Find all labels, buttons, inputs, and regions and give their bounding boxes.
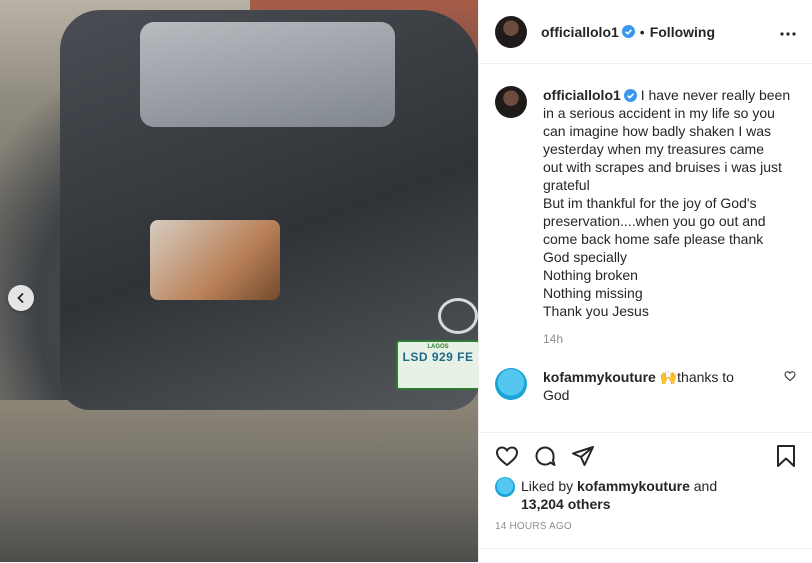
more-options-button[interactable] bbox=[780, 24, 796, 39]
bookmark-icon bbox=[777, 444, 795, 467]
photo-headlamp bbox=[150, 220, 280, 300]
carousel-prev-button[interactable] bbox=[8, 285, 34, 311]
comment: kofammykouture 🙌thanks to God bbox=[495, 368, 796, 404]
author-username[interactable]: officiallolo1 bbox=[541, 24, 619, 40]
post-sidebar: officiallolo1 • Following officiallolo1 … bbox=[478, 0, 812, 562]
liker-username[interactable]: kofammykouture bbox=[577, 478, 690, 494]
likes-summary: Liked by kofammykouture and 13,204 other… bbox=[495, 477, 797, 513]
caption-line: Thank you Jesus bbox=[543, 303, 649, 319]
share-button[interactable] bbox=[571, 444, 595, 471]
caption-line: grateful bbox=[543, 177, 590, 193]
likes-count[interactable]: 13,204 others bbox=[521, 496, 611, 512]
action-icons bbox=[495, 443, 797, 471]
post-dialog: LAGOS LSD 929 FE officiallolo1 • Followi… bbox=[0, 0, 812, 562]
caption-line: out with scrapes and bruises i was just bbox=[543, 159, 782, 175]
caption-body: officiallolo1 I have never really been i… bbox=[543, 86, 793, 320]
comment-text-line-2: God bbox=[543, 387, 570, 403]
heart-icon bbox=[784, 371, 796, 382]
author-avatar[interactable] bbox=[495, 15, 527, 48]
caption-line: Nothing missing bbox=[543, 285, 643, 301]
caption-line: come back home safe please thank bbox=[543, 231, 764, 247]
more-icon bbox=[780, 32, 796, 36]
caption-line: I have never really been bbox=[640, 87, 791, 103]
photo-ground bbox=[0, 400, 478, 562]
caption: officiallolo1 I have never really been i… bbox=[495, 86, 796, 320]
verified-badge-icon bbox=[623, 89, 637, 102]
following-button[interactable]: Following bbox=[650, 24, 715, 40]
comment-body: kofammykouture 🙌thanks to God bbox=[543, 368, 743, 404]
share-icon bbox=[572, 445, 594, 466]
liker-avatar[interactable] bbox=[495, 477, 515, 497]
caption-line: yesterday when my treasures came bbox=[543, 141, 764, 157]
photo-windshield bbox=[140, 22, 395, 127]
verified-badge-icon bbox=[621, 25, 635, 38]
caption-line: God specially bbox=[543, 249, 628, 265]
comment-icon bbox=[535, 446, 556, 466]
caption-age[interactable]: 14h bbox=[543, 332, 796, 346]
caption-line: preservation....when you go out and bbox=[543, 213, 766, 229]
save-button[interactable] bbox=[775, 444, 797, 471]
like-button[interactable] bbox=[495, 444, 519, 471]
likes-text: Liked by kofammykouture and 13,204 other… bbox=[521, 477, 717, 513]
comments-section: officiallolo1 I have never really been i… bbox=[479, 64, 812, 404]
likes-prefix: Liked by bbox=[521, 478, 574, 494]
caption-line: Nothing broken bbox=[543, 267, 638, 283]
post-actions: Liked by kofammykouture and 13,204 other… bbox=[479, 432, 812, 532]
caption-line: But im thankful for the joy of God's bbox=[543, 195, 757, 211]
caption-line: in a serious accident in my life so you bbox=[543, 105, 775, 121]
comment-username[interactable]: kofammykouture bbox=[543, 369, 656, 385]
caption-line: can imagine how badly shaken I was bbox=[543, 123, 772, 139]
post-timestamp[interactable]: 14 HOURS AGO bbox=[495, 521, 797, 532]
post-photo: LAGOS LSD 929 FE bbox=[0, 0, 478, 562]
add-comment-bar[interactable] bbox=[479, 548, 812, 563]
comment-text: thanks to bbox=[677, 369, 734, 385]
like-comment-button[interactable] bbox=[784, 370, 796, 385]
commenter-avatar[interactable] bbox=[495, 368, 527, 400]
photo-car-logo bbox=[438, 298, 478, 334]
photo-license-plate: LAGOS LSD 929 FE bbox=[396, 340, 478, 390]
chevron-left-icon bbox=[17, 293, 24, 303]
plate-number: LSD 929 FE bbox=[402, 350, 474, 364]
comment-emoji: 🙌 bbox=[659, 369, 678, 385]
header-separator: • bbox=[639, 23, 645, 40]
caption-username[interactable]: officiallolo1 bbox=[543, 87, 621, 103]
comment-button[interactable] bbox=[533, 444, 557, 471]
heart-icon bbox=[495, 445, 519, 466]
caption-avatar[interactable] bbox=[495, 86, 527, 118]
likes-and: and bbox=[693, 478, 718, 494]
post-header: officiallolo1 • Following bbox=[479, 0, 812, 64]
